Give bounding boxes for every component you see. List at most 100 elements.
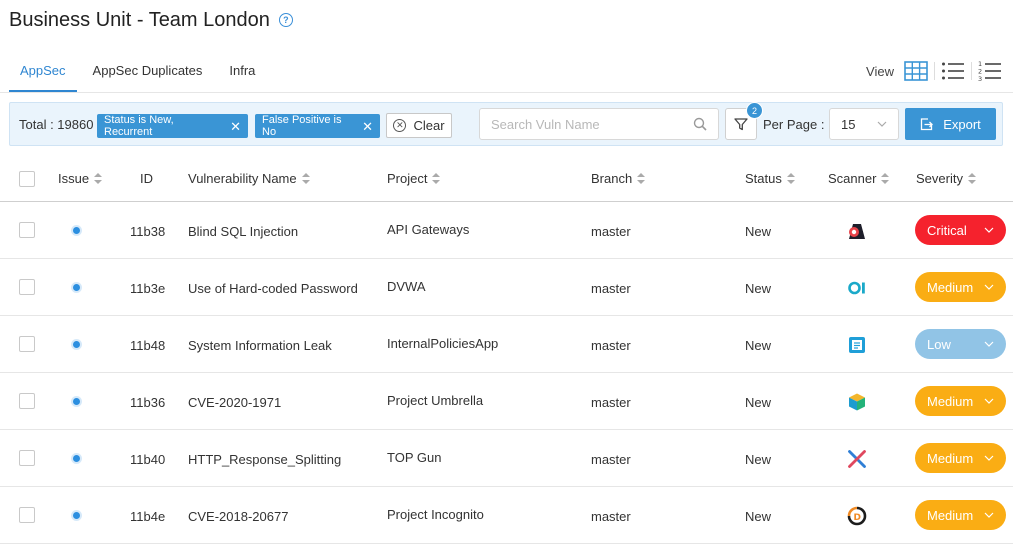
column-header-status[interactable]: Status bbox=[745, 171, 795, 186]
column-label: ID bbox=[140, 171, 153, 186]
clear-icon: ✕ bbox=[393, 119, 407, 132]
table-row[interactable]: 11b48 System Information Leak InternalPo… bbox=[0, 316, 1013, 373]
table-row[interactable]: 11b40 HTTP_Response_Splitting TOP Gun ma… bbox=[0, 430, 1013, 487]
svg-text:3: 3 bbox=[978, 75, 982, 82]
remove-filter-icon[interactable]: ✕ bbox=[362, 120, 373, 133]
table-row[interactable]: 11b38 Blind SQL Injection API Gateways m… bbox=[0, 202, 1013, 259]
sort-icon bbox=[881, 173, 890, 184]
cell-vulnerability-name[interactable]: HTTP_Response_Splitting bbox=[188, 452, 341, 467]
severity-label: Medium bbox=[927, 279, 974, 295]
search-box bbox=[479, 108, 719, 140]
page-title: Business Unit - Team London bbox=[9, 8, 270, 31]
cell-vulnerability-name[interactable]: Blind SQL Injection bbox=[188, 224, 298, 239]
cell-status: New bbox=[745, 338, 772, 353]
scanner-doc-icon bbox=[849, 337, 865, 353]
column-header-scanner[interactable]: Scanner bbox=[828, 171, 890, 186]
cell-project: DVWA bbox=[387, 279, 426, 294]
issue-indicator-icon bbox=[73, 284, 80, 291]
scanner-x-icon bbox=[848, 450, 866, 468]
select-all-checkbox[interactable] bbox=[19, 171, 35, 187]
chevron-down-icon bbox=[984, 284, 994, 290]
row-checkbox[interactable] bbox=[19, 393, 35, 409]
chevron-down-icon bbox=[984, 455, 994, 461]
issue-indicator-icon bbox=[73, 227, 80, 234]
numbered-view-button[interactable]: 1 2 3 bbox=[977, 60, 1003, 82]
clear-label: Clear bbox=[413, 118, 445, 133]
view-label: View bbox=[866, 63, 894, 79]
search-icon[interactable] bbox=[693, 117, 707, 131]
severity-dropdown[interactable]: Medium bbox=[915, 500, 1006, 530]
per-page-label: Per Page : bbox=[763, 117, 825, 132]
column-header-vulnerability-name[interactable]: Vulnerability Name bbox=[188, 171, 310, 186]
severity-label: Low bbox=[927, 336, 951, 352]
cell-branch: master bbox=[591, 452, 631, 467]
cell-vulnerability-name[interactable]: CVE-2018-20677 bbox=[188, 509, 288, 524]
cell-id: 11b40 bbox=[130, 452, 166, 467]
table-row[interactable]: 11b3e Use of Hard-coded Password DVWA ma… bbox=[0, 259, 1013, 316]
tab-appsec[interactable]: AppSec bbox=[9, 52, 77, 92]
column-label: Status bbox=[745, 171, 782, 186]
scanner-01-icon bbox=[848, 281, 865, 295]
row-checkbox[interactable] bbox=[19, 336, 35, 352]
tab-appsec-duplicates[interactable]: AppSec Duplicates bbox=[82, 52, 214, 92]
severity-dropdown[interactable]: Medium bbox=[915, 443, 1006, 473]
cell-vulnerability-name[interactable]: System Information Leak bbox=[188, 338, 332, 353]
per-page-value: 15 bbox=[841, 116, 856, 132]
row-checkbox[interactable] bbox=[19, 507, 35, 523]
cell-project: TOP Gun bbox=[387, 450, 442, 465]
chevron-down-icon bbox=[877, 121, 887, 127]
tab-bar: AppSec AppSec Duplicates Infra bbox=[9, 52, 266, 92]
cell-status: New bbox=[745, 281, 772, 296]
severity-dropdown[interactable]: Low bbox=[915, 329, 1006, 359]
severity-dropdown[interactable]: Medium bbox=[915, 272, 1006, 302]
cell-project: Project Incognito bbox=[387, 507, 484, 522]
table-row[interactable]: 11b36 CVE-2020-1971 Project Umbrella mas… bbox=[0, 373, 1013, 430]
sort-icon bbox=[637, 173, 646, 184]
issue-indicator-icon bbox=[73, 455, 80, 462]
cell-id: 11b48 bbox=[130, 338, 166, 353]
severity-dropdown[interactable]: Critical bbox=[915, 215, 1006, 245]
search-input[interactable] bbox=[480, 109, 680, 139]
clear-filters-button[interactable]: ✕ Clear bbox=[386, 113, 452, 138]
scanner-a-icon bbox=[849, 224, 865, 239]
column-label: Severity bbox=[916, 171, 963, 186]
column-header-branch[interactable]: Branch bbox=[591, 171, 646, 186]
view-separator bbox=[934, 62, 935, 80]
severity-dropdown[interactable]: Medium bbox=[915, 386, 1006, 416]
cell-vulnerability-name[interactable]: Use of Hard-coded Password bbox=[188, 281, 358, 296]
sort-icon bbox=[786, 173, 795, 184]
remove-filter-icon[interactable]: ✕ bbox=[230, 120, 241, 133]
cell-vulnerability-name[interactable]: CVE-2020-1971 bbox=[188, 395, 281, 410]
row-checkbox[interactable] bbox=[19, 279, 35, 295]
vulnerability-table: Issue ID Vulnerability Name Project Bran… bbox=[0, 155, 1013, 544]
chevron-down-icon bbox=[984, 341, 994, 347]
export-label: Export bbox=[943, 116, 981, 132]
column-header-project[interactable]: Project bbox=[387, 171, 441, 186]
column-header-issue[interactable]: Issue bbox=[58, 171, 103, 186]
filter-chip-label: False Positive is No bbox=[262, 114, 342, 138]
svg-text:D: D bbox=[854, 513, 861, 523]
filter-chip-status: Status is New, Recurrent ✕ bbox=[97, 114, 248, 138]
table-row[interactable]: 11b4e CVE-2018-20677 Project Incognito m… bbox=[0, 487, 1013, 544]
row-checkbox[interactable] bbox=[19, 450, 35, 466]
list-view-icon bbox=[942, 62, 964, 80]
cell-status: New bbox=[745, 452, 772, 467]
filter-chip-false-positive: False Positive is No ✕ bbox=[255, 114, 380, 138]
severity-label: Medium bbox=[927, 393, 974, 409]
table-header: Issue ID Vulnerability Name Project Bran… bbox=[0, 155, 1013, 202]
advanced-filter-button[interactable]: 2 bbox=[725, 102, 763, 140]
list-view-button[interactable] bbox=[940, 60, 966, 82]
scanner-d-icon: D bbox=[847, 506, 867, 526]
chevron-down-icon bbox=[984, 512, 994, 518]
export-button[interactable]: Export bbox=[905, 108, 996, 140]
grid-view-button[interactable] bbox=[903, 60, 929, 82]
filter-bar: Total : 19860 Status is New, Recurrent ✕… bbox=[9, 102, 1003, 146]
column-header-severity[interactable]: Severity bbox=[916, 171, 976, 186]
grid-view-icon bbox=[904, 61, 928, 81]
column-label: Vulnerability Name bbox=[188, 171, 297, 186]
per-page-select[interactable]: 15 bbox=[829, 108, 899, 140]
help-icon[interactable]: ? bbox=[278, 13, 293, 27]
tab-infra[interactable]: Infra bbox=[218, 52, 266, 92]
row-checkbox[interactable] bbox=[19, 222, 35, 238]
numbered-list-icon: 1 2 3 bbox=[978, 60, 1001, 82]
